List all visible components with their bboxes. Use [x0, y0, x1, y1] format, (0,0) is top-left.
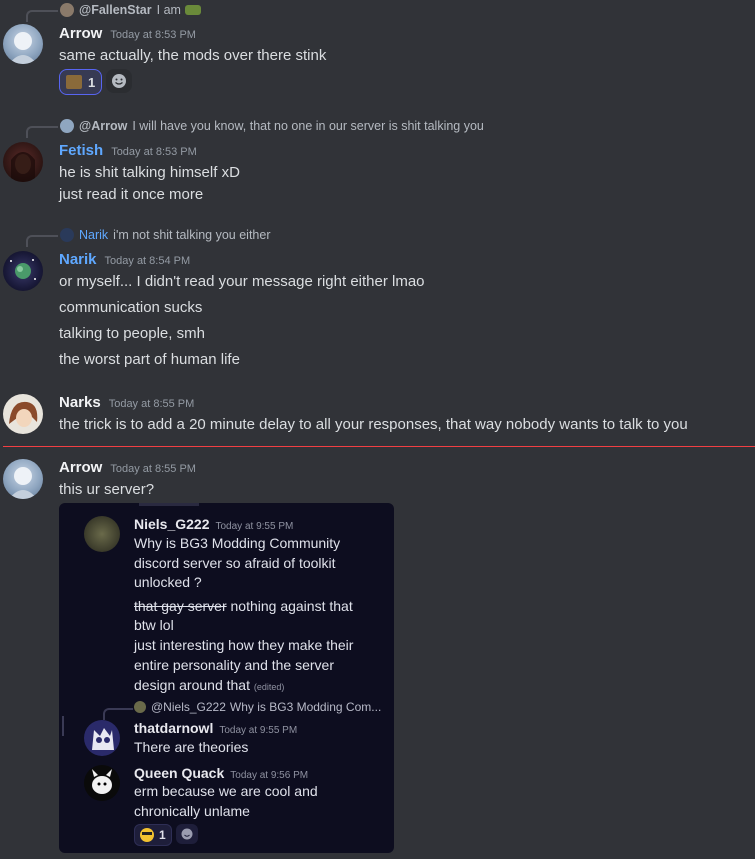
author-name: thatdarnowl	[134, 720, 214, 736]
reply-author[interactable]: Narik	[79, 228, 108, 242]
avatar	[84, 516, 120, 552]
scroll-indicator	[62, 716, 64, 736]
reply-spine	[103, 708, 133, 720]
embed-message-text: that gay server nothing against that	[134, 596, 353, 616]
reply-preview[interactable]: @Arrow I will have you know, that no one…	[60, 119, 484, 133]
embed-message-text: erm because we are cool and	[134, 783, 318, 799]
avatar[interactable]	[3, 394, 43, 434]
avatar	[84, 765, 120, 801]
message-text: the trick is to add a 20 minute delay to…	[59, 416, 688, 433]
timestamp[interactable]: Today at 8:53 PM	[110, 29, 196, 41]
author-name: Niels_G222	[134, 516, 210, 532]
timestamp: Today at 9:56 PM	[230, 770, 309, 781]
reply-spine	[26, 235, 58, 247]
cat-icon	[60, 3, 74, 17]
author-name[interactable]: Narks	[59, 394, 101, 411]
add-reaction-button[interactable]	[106, 69, 133, 93]
planet-icon	[10, 259, 36, 280]
reaction-count: 1	[159, 828, 166, 842]
reply-author[interactable]: @Arrow	[79, 119, 127, 133]
message-text: the worst part of human life	[59, 351, 240, 368]
embed-message-text: entire personality and the server	[134, 657, 334, 673]
embed-message-text: btw lol	[134, 617, 174, 633]
timestamp[interactable]: Today at 8:54 PM	[105, 255, 191, 267]
reaction-count: 1	[88, 74, 96, 90]
avatar-icon	[9, 401, 38, 427]
reply-author[interactable]: @FallenStar	[79, 3, 152, 17]
avatar-icon	[9, 467, 37, 499]
author-name: Queen Quack	[134, 765, 225, 781]
embed-message-text: design around that (edited)	[134, 675, 284, 697]
edited-label: (edited)	[253, 682, 285, 692]
new-messages-divider	[3, 446, 755, 447]
reply-author: @Niels_G222	[151, 700, 226, 714]
message-text: or myself... I didn't read your message …	[59, 273, 425, 290]
cake-emoji-icon	[66, 75, 82, 89]
avatar[interactable]	[3, 142, 43, 182]
smile-icon	[181, 828, 193, 840]
author-name[interactable]: Fetish	[59, 142, 103, 159]
reply-text: i'm not shit talking you either	[113, 228, 271, 242]
author-name[interactable]: Arrow	[59, 25, 102, 42]
embed-message-text: just interesting how they make their	[134, 637, 354, 653]
embed-message-text: chronically unlame	[134, 803, 250, 819]
planet-icon	[60, 228, 74, 242]
smile-icon	[112, 74, 127, 88]
attachment-image[interactable]: Niels_G222 Today at 9:55 PM Why is BG3 Mo…	[59, 503, 394, 853]
message-text: talking to people, smh	[59, 325, 205, 342]
sunglasses-emoji-icon	[140, 828, 154, 842]
timestamp[interactable]: Today at 8:55 PM	[109, 398, 195, 410]
embed-reply-preview: @Niels_G222 Why is BG3 Modding Com...	[134, 700, 381, 714]
reply-spine	[26, 10, 58, 22]
owl-icon	[92, 728, 114, 750]
reply-preview[interactable]: Narik i'm not shit talking you either	[60, 228, 271, 242]
avatar-icon	[11, 152, 35, 182]
embed-text-span: nothing against that	[226, 598, 353, 614]
author-name[interactable]: Arrow	[59, 459, 102, 476]
add-reaction-chip	[175, 824, 198, 844]
embed-message-header: Niels_G222 Today at 9:55 PM	[134, 516, 293, 534]
avatar[interactable]	[3, 459, 43, 499]
message-header: Narks Today at 8:55 PM	[59, 394, 194, 412]
embed-message-text: Why is BG3 Modding Community	[134, 535, 341, 551]
sunglasses-emoji-icon	[184, 5, 201, 15]
avatar-icon	[92, 769, 112, 794]
message-text: same actually, the mods over there stink	[59, 47, 327, 64]
reply-text: I will have you know, that no one in our…	[132, 119, 484, 133]
reactions-bar: 1	[59, 69, 133, 95]
reply-preview[interactable]: @FallenStar I am	[60, 3, 201, 17]
timestamp[interactable]: Today at 8:55 PM	[110, 463, 196, 475]
embed-message-text: There are theories	[134, 739, 249, 755]
scroll-fade	[139, 503, 199, 506]
avatar	[84, 720, 120, 756]
strikethrough-text: that gay server	[134, 598, 227, 614]
message-header: Fetish Today at 8:53 PM	[59, 142, 197, 160]
embed-message-header: thatdarnowl Today at 9:55 PM	[134, 720, 297, 738]
reply-spine	[26, 126, 58, 138]
message-text: this ur server?	[59, 481, 155, 498]
avatar[interactable]	[3, 251, 43, 291]
message-text: he is shit talking himself xD	[59, 164, 240, 181]
message-text: just read it once more	[59, 186, 204, 203]
avatar[interactable]	[3, 24, 43, 64]
embed-message-text: unlocked ?	[134, 574, 202, 590]
message-text: communication sucks	[59, 299, 203, 316]
avatar-icon	[60, 119, 74, 133]
message-header: Arrow Today at 8:53 PM	[59, 25, 196, 43]
message-header: Narik Today at 8:54 PM	[59, 251, 190, 269]
embed-text-span: design around that	[134, 677, 250, 693]
timestamp: Today at 9:55 PM	[219, 725, 298, 736]
author-name[interactable]: Narik	[59, 251, 97, 268]
avatar-icon	[134, 701, 146, 713]
avatar-icon	[9, 32, 37, 64]
reply-text: Why is BG3 Modding Com...	[229, 700, 382, 714]
reply-text: I am	[156, 3, 181, 17]
timestamp: Today at 9:55 PM	[215, 521, 294, 532]
embed-message-text: discord server so afraid of toolkit	[134, 555, 336, 571]
reaction-chip: 1	[134, 824, 172, 846]
embed-reactions: 1	[134, 824, 198, 846]
timestamp[interactable]: Today at 8:53 PM	[111, 146, 197, 158]
message-header: Arrow Today at 8:55 PM	[59, 459, 196, 477]
reaction-button[interactable]: 1	[59, 69, 103, 95]
